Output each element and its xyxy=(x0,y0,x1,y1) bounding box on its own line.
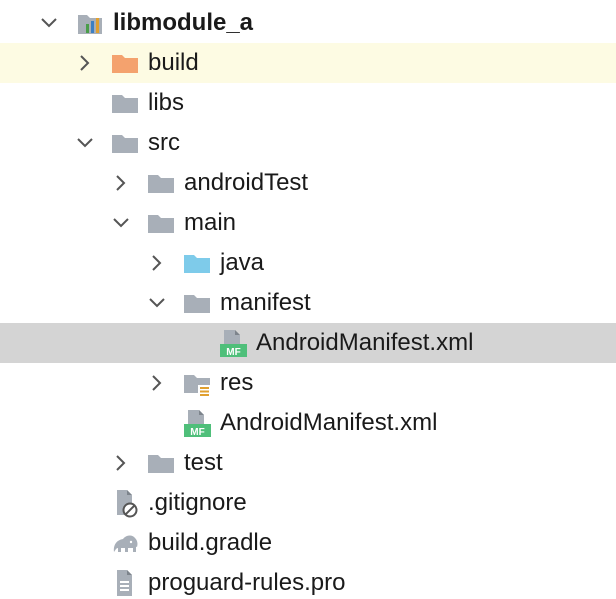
chevron-down-icon[interactable] xyxy=(38,12,60,34)
ignored-file-icon xyxy=(117,490,138,518)
project-tree: libmodule_a build libs src androidTest m… xyxy=(0,0,616,599)
tree-label: androidTest xyxy=(184,169,309,196)
tree-label: build.gradle xyxy=(148,529,273,556)
module-icon xyxy=(78,15,102,34)
folder-icon xyxy=(148,455,174,473)
chevron-right-icon[interactable] xyxy=(110,172,132,194)
folder-icon xyxy=(184,295,210,313)
chevron-down-icon[interactable] xyxy=(110,212,132,234)
tree-row-test[interactable]: test xyxy=(0,443,616,483)
tree-label: build xyxy=(148,49,199,76)
tree-label: libmodule_a xyxy=(113,9,254,36)
tree-row-proguard-rules[interactable]: proguard-rules.pro xyxy=(0,563,616,599)
tree-row-androidtest[interactable]: androidTest xyxy=(0,163,616,203)
folder-icon xyxy=(148,175,174,193)
tree-row-manifest[interactable]: manifest xyxy=(0,283,616,323)
tree-row-android-manifest[interactable]: MF AndroidManifest.xml xyxy=(0,403,616,443)
manifest-file-icon: MF xyxy=(184,410,211,438)
manifest-file-icon: MF xyxy=(220,330,247,358)
manifest-badge-text: MF xyxy=(190,427,204,438)
resource-folder-icon xyxy=(184,375,210,396)
tree-label: main xyxy=(184,209,237,236)
folder-icon xyxy=(112,95,138,113)
chevron-down-icon[interactable] xyxy=(146,292,168,314)
tree-label: AndroidManifest.xml xyxy=(256,329,474,356)
folder-icon xyxy=(148,215,174,233)
tree-row-java[interactable]: java xyxy=(0,243,616,283)
tree-row-android-manifest-selected[interactable]: MF AndroidManifest.xml xyxy=(0,323,616,363)
tree-row-res[interactable]: res xyxy=(0,363,616,403)
tree-label: test xyxy=(184,449,223,476)
chevron-right-icon[interactable] xyxy=(146,252,168,274)
gradle-elephant-icon xyxy=(113,535,138,552)
chevron-right-icon[interactable] xyxy=(110,452,132,474)
folder-excluded-icon xyxy=(112,55,138,73)
chevron-right-icon[interactable] xyxy=(146,372,168,394)
tree-row-build[interactable]: build xyxy=(0,43,616,83)
manifest-badge-text: MF xyxy=(226,347,240,358)
tree-row-build-gradle[interactable]: build.gradle xyxy=(0,523,616,563)
chevron-right-icon[interactable] xyxy=(74,52,96,74)
tree-label: res xyxy=(220,369,254,396)
chevron-down-icon[interactable] xyxy=(74,132,96,154)
tree-label: .gitignore xyxy=(148,489,247,516)
tree-label: proguard-rules.pro xyxy=(148,569,346,596)
text-file-icon xyxy=(117,570,132,596)
tree-label: manifest xyxy=(220,289,311,316)
tree-label: AndroidManifest.xml xyxy=(220,409,438,436)
tree-row-gitignore[interactable]: .gitignore xyxy=(0,483,616,523)
tree-row-libs[interactable]: libs xyxy=(0,83,616,123)
tree-label: src xyxy=(148,129,180,156)
tree-row-src[interactable]: src xyxy=(0,123,616,163)
tree-label: libs xyxy=(148,89,185,116)
source-folder-icon xyxy=(184,255,210,273)
tree-label: java xyxy=(220,249,265,276)
tree-row-main[interactable]: main xyxy=(0,203,616,243)
folder-icon xyxy=(112,135,138,153)
tree-row-libmodule-a[interactable]: libmodule_a xyxy=(0,3,616,43)
